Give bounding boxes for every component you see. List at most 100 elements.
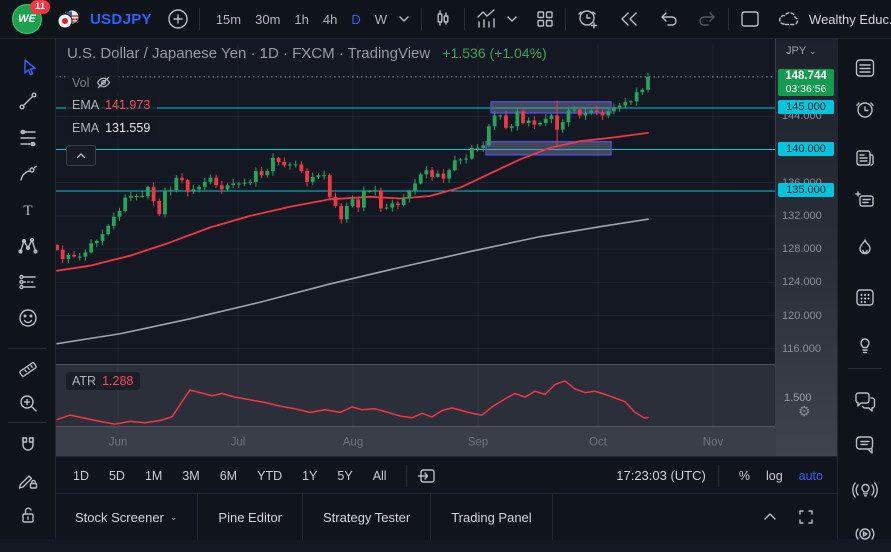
range-1D[interactable]: 1D — [65, 466, 97, 486]
log-scale-toggle[interactable]: log — [766, 469, 783, 483]
hotlists-icon[interactable] — [838, 231, 891, 265]
candle — [288, 162, 292, 170]
range-1M[interactable]: 1M — [137, 466, 170, 486]
pattern-tool-icon[interactable] — [0, 231, 55, 261]
eye-hidden-icon[interactable] — [95, 74, 112, 91]
collapse-panel-chevron-icon[interactable] — [761, 508, 779, 526]
lock-all-drawings-icon[interactable] — [0, 500, 55, 530]
candle — [379, 187, 383, 213]
footer-panel-bar: Stock Screener ⌄ Pine Editor Strategy Test… — [55, 493, 837, 540]
candle — [254, 167, 258, 187]
candle — [123, 194, 128, 213]
zoom-in-tool-icon[interactable] — [0, 388, 55, 418]
public-chats-icon[interactable] — [838, 385, 891, 419]
price-axis-label: 128.000 — [782, 243, 822, 256]
publishing-user-name[interactable]: Wealthy Educ... — [809, 12, 891, 27]
candle — [629, 100, 633, 105]
candle — [282, 157, 287, 168]
ema-fast-legend[interactable]: EMA 141.973 — [66, 96, 158, 114]
go-to-date-icon[interactable] — [416, 465, 438, 487]
level-price-badge[interactable]: 145.000 — [778, 100, 834, 114]
ema-slow-legend[interactable]: EMA 131.559 — [66, 119, 158, 137]
price-scale[interactable]: JPY ⌄ 148.744 03:36:56 1.500 ⚙ 144.000 13… — [775, 38, 838, 456]
range-1Y[interactable]: 1Y — [294, 466, 325, 486]
chart-style-candles-icon[interactable] — [431, 7, 455, 31]
candle — [646, 72, 650, 93]
timeframe-W[interactable]: W — [368, 8, 394, 31]
candle — [339, 202, 344, 224]
news-icon[interactable] — [838, 141, 891, 175]
streams-video-icon[interactable] — [838, 518, 891, 552]
candle — [413, 178, 417, 195]
timeframe-1h[interactable]: 1h — [287, 8, 315, 31]
candle — [66, 252, 71, 264]
atr-value: 1.288 — [102, 374, 134, 388]
timeframe-4h[interactable]: 4h — [316, 8, 344, 31]
undo-icon[interactable] — [657, 7, 681, 31]
timeframe-30m[interactable]: 30m — [248, 8, 287, 31]
save-layout-icon[interactable] — [738, 7, 762, 31]
volume-legend[interactable]: Vol — [66, 72, 120, 93]
symbol-compare-add-icon[interactable] — [166, 7, 190, 31]
brush-tool-icon[interactable] — [0, 159, 55, 189]
timeframe-15m[interactable]: 15m — [209, 8, 248, 31]
alerts-icon[interactable] — [838, 93, 891, 127]
text-notes-icon[interactable] — [838, 183, 891, 217]
range-6M[interactable]: 6M — [212, 466, 245, 486]
range-YTD[interactable]: YTD — [249, 466, 290, 486]
candle — [487, 123, 491, 147]
calendar-icon[interactable] — [838, 280, 891, 314]
chart-pane[interactable]: Jun Jul Aug Sep Oct Nov — [55, 38, 775, 456]
fib-retracement-tool-icon[interactable] — [0, 123, 55, 153]
maximize-panel-icon[interactable] — [797, 508, 815, 526]
level-price-badge[interactable]: 140.000 — [778, 141, 834, 156]
symbol-description[interactable]: U.S. Dollar / Japanese Yen · 1D · FXCM ·… — [67, 45, 430, 62]
price-scale-currency[interactable]: JPY ⌄ — [786, 45, 817, 57]
measure-tool-icon[interactable] — [0, 353, 55, 383]
cloud-sync-icon[interactable] — [776, 8, 802, 30]
footer-items: Stock Screener ⌄ Pine Editor Strategy Test… — [55, 494, 553, 540]
indicators-icon[interactable] — [474, 7, 500, 31]
cursor-tool-icon[interactable] — [0, 53, 55, 83]
range-All[interactable]: All — [365, 466, 395, 486]
trend-line-tool-icon[interactable] — [0, 86, 55, 116]
private-chat-icon[interactable] — [838, 428, 891, 462]
watchlist-icon[interactable] — [838, 51, 891, 85]
ideas-icon[interactable] — [838, 328, 891, 362]
footer-pine-editor[interactable]: Pine Editor — [198, 494, 302, 540]
range-3M[interactable]: 3M — [174, 466, 207, 486]
footer-stock-screener[interactable]: Stock Screener ⌄ — [55, 494, 197, 540]
create-alert-icon[interactable] — [575, 7, 601, 31]
redo-icon[interactable] — [695, 7, 719, 31]
candle — [464, 154, 469, 164]
indicators-chevron-icon[interactable] — [504, 11, 520, 27]
clock-utc[interactable]: 17:23:03 (UTC) — [616, 468, 706, 483]
magnet-tool-icon[interactable] — [0, 430, 55, 460]
time-axis-settings-gear-icon[interactable]: ⚙ — [798, 403, 811, 420]
range-5D[interactable]: 5D — [101, 466, 133, 486]
streams-ideas-icon[interactable] — [838, 474, 891, 508]
layout-grid-icon[interactable] — [534, 8, 556, 30]
separator — [551, 494, 553, 540]
candle — [180, 173, 184, 184]
text-tool-icon[interactable]: T — [0, 195, 55, 225]
timeframe-D[interactable]: D — [344, 8, 367, 31]
emoji-tool-icon[interactable] — [0, 303, 55, 333]
forecast-tool-icon[interactable] — [0, 267, 55, 297]
level-price-badge[interactable]: 135.000 — [778, 183, 834, 197]
footer-trading-panel[interactable]: Trading Panel — [431, 494, 551, 540]
pane-collapse-button[interactable] — [66, 145, 96, 166]
atr-legend[interactable]: ATR 1.288 — [66, 372, 141, 390]
timeframe-menu-chevron-icon[interactable] — [396, 11, 412, 27]
drawing-mode-lock-icon[interactable] — [0, 465, 55, 495]
symbol-name[interactable]: USDJPY — [90, 11, 152, 28]
bar-replay-icon[interactable] — [617, 7, 641, 31]
footer-strategy-tester[interactable]: Strategy Tester — [303, 494, 430, 540]
price-axis-label: 132.000 — [782, 209, 822, 222]
candle — [94, 239, 99, 248]
app-logo[interactable]: WE 11 — [12, 0, 50, 34]
auto-scale-toggle[interactable]: auto — [799, 469, 823, 483]
percent-scale-toggle[interactable]: % — [739, 469, 750, 483]
range-5Y[interactable]: 5Y — [329, 466, 360, 486]
candle — [140, 191, 145, 198]
